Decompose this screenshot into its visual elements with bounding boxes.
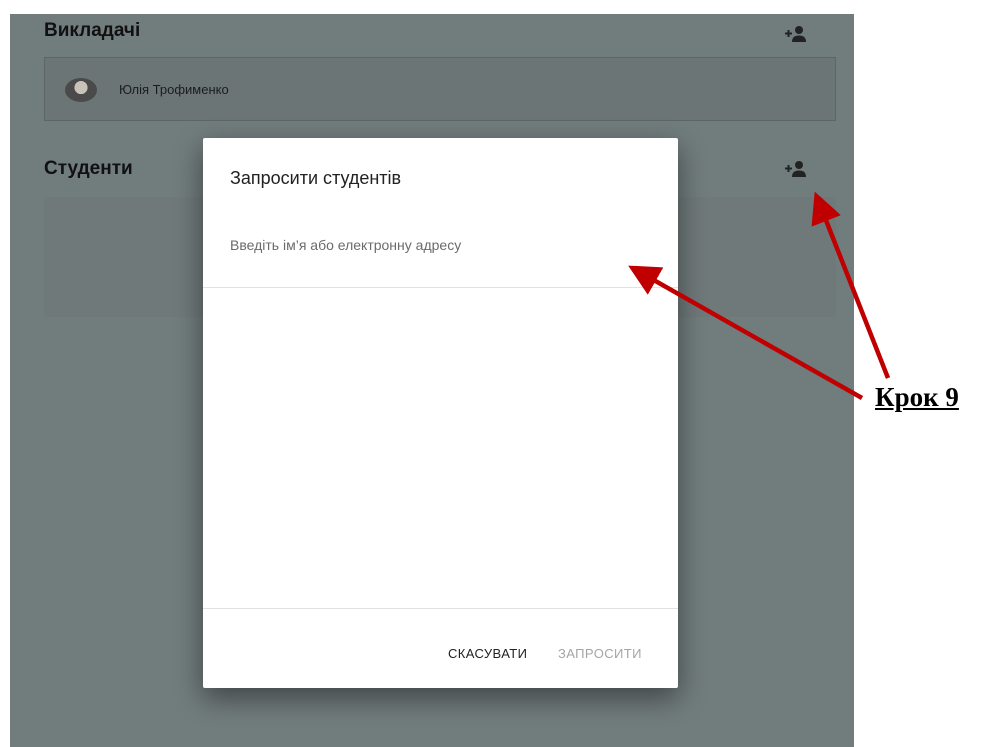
avatar [65,78,97,102]
teachers-title: Викладачі [44,20,141,41]
dialog-title: Запросити студентів [230,168,402,188]
teacher-name: Юлія Трофименко [119,82,229,97]
student-search-input[interactable] [230,234,650,256]
dialog-top-divider [203,287,678,288]
invite-students-dialog: Запросити студентів СКАСУВАТИ ЗАПРОСИТИ [203,138,678,688]
teacher-list-item[interactable]: Юлія Трофименко [44,57,836,121]
add-teacher-icon[interactable] [784,24,810,44]
add-student-icon[interactable] [784,159,810,179]
cancel-button[interactable]: СКАСУВАТИ [448,646,527,661]
step-label: Крок 9 [875,382,959,412]
invite-button[interactable]: ЗАПРОСИТИ [558,646,642,661]
dialog-bottom-divider [203,608,678,609]
students-title: Студенти [44,158,133,179]
